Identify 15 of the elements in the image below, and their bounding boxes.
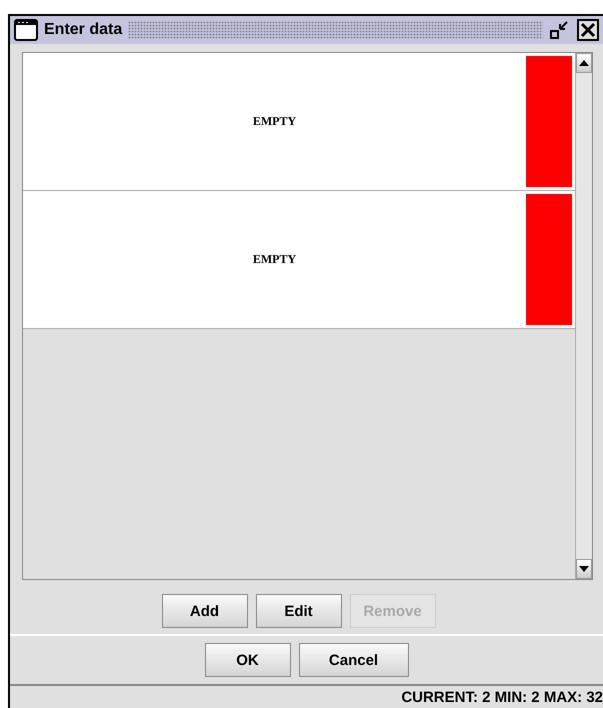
row-label: EMPTY (252, 114, 298, 129)
list-button[interactable]: Add (162, 594, 248, 628)
scroll-down-button[interactable] (576, 559, 592, 579)
window-icon (14, 19, 38, 41)
list-button[interactable]: Edit (256, 594, 342, 628)
dialog-button[interactable]: OK (204, 643, 290, 677)
close-icon[interactable] (577, 19, 599, 41)
up-arrow-icon (579, 60, 589, 66)
scrollbar[interactable] (575, 53, 592, 579)
dialog-button[interactable]: Cancel (298, 643, 408, 677)
down-arrow-icon (579, 566, 589, 572)
window-title: Enter data (44, 21, 122, 39)
status-text: CURRENT: 2 MIN: 2 MAX: 32 (401, 688, 603, 706)
row-label: EMPTY (252, 252, 298, 267)
scroll-up-button[interactable] (576, 53, 592, 73)
